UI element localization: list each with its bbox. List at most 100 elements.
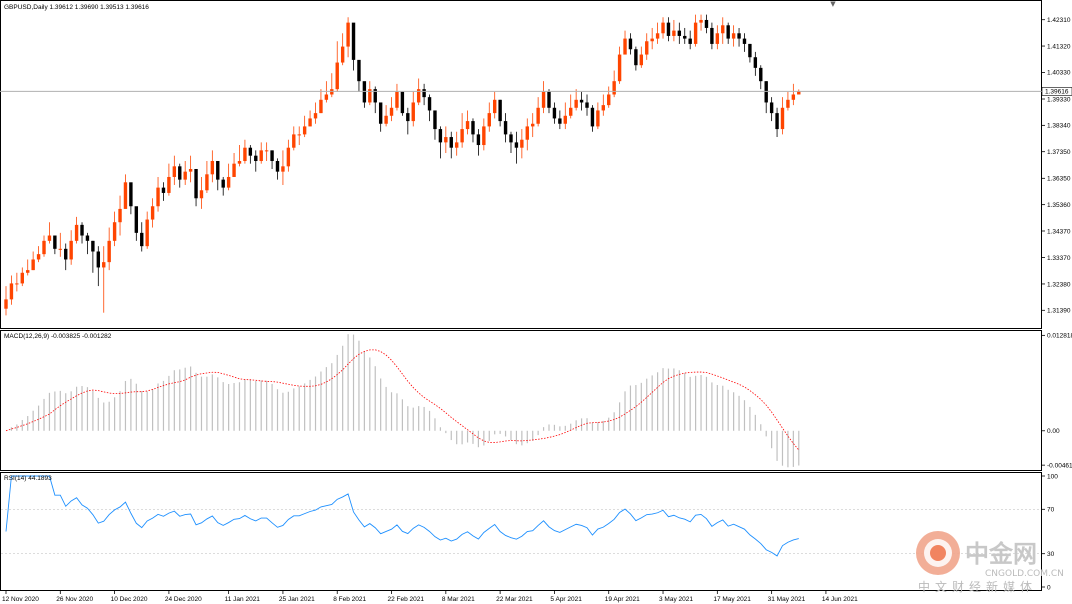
candle bbox=[64, 243, 68, 271]
candle bbox=[183, 161, 187, 185]
rsi-tick-label: 100 bbox=[1047, 473, 1058, 480]
date-tick-label: 22 Feb 2021 bbox=[388, 596, 425, 603]
price-tick-label: 1.31390 bbox=[1047, 308, 1071, 315]
candle bbox=[666, 17, 671, 42]
candle-body bbox=[161, 187, 166, 193]
candle-body bbox=[569, 107, 573, 116]
candle-body bbox=[36, 254, 41, 260]
candle-body bbox=[574, 99, 578, 108]
candle bbox=[531, 113, 535, 138]
price-tick-label: 1.36350 bbox=[1047, 176, 1071, 183]
candle bbox=[514, 131, 519, 164]
candle-body bbox=[748, 43, 752, 58]
candle-body bbox=[509, 134, 513, 143]
candle-body bbox=[650, 38, 654, 42]
date-tick-label: 12 Nov 2020 bbox=[2, 596, 39, 603]
candle bbox=[482, 118, 486, 151]
candle bbox=[389, 97, 394, 122]
candle bbox=[645, 33, 649, 60]
candle bbox=[650, 27, 654, 50]
candle bbox=[400, 91, 405, 116]
candle-body bbox=[742, 38, 747, 44]
candle bbox=[102, 246, 106, 313]
candle-body bbox=[612, 81, 616, 95]
date-tick-label: 17 May 2021 bbox=[713, 596, 751, 603]
candle-body bbox=[150, 206, 155, 220]
candle-body bbox=[216, 161, 220, 180]
candle bbox=[764, 81, 768, 114]
date-tick-label: 14 Jun 2021 bbox=[822, 596, 858, 603]
candle bbox=[221, 176, 225, 196]
candle bbox=[378, 102, 383, 132]
candle bbox=[493, 91, 497, 119]
candle-body bbox=[601, 105, 605, 111]
watermark-slogan: 中文财经新媒体 bbox=[918, 579, 1037, 594]
candle bbox=[74, 216, 79, 244]
candle bbox=[340, 33, 345, 66]
candle bbox=[107, 227, 111, 271]
candle bbox=[753, 51, 758, 76]
candle bbox=[726, 22, 730, 44]
candle bbox=[612, 70, 616, 98]
candle-body bbox=[91, 240, 95, 252]
watermark-domain: CNGOLD.COM.CN bbox=[985, 569, 1064, 579]
candle-body bbox=[302, 126, 307, 135]
candle-body bbox=[536, 107, 540, 124]
candle bbox=[786, 91, 790, 111]
candle-body bbox=[15, 283, 19, 285]
candle bbox=[368, 81, 372, 106]
candle-body bbox=[563, 115, 567, 124]
candle-body bbox=[140, 232, 144, 247]
candle-body bbox=[96, 251, 101, 268]
candle bbox=[85, 232, 90, 255]
candle-body bbox=[26, 270, 30, 273]
candle-body bbox=[444, 137, 448, 143]
candle-body bbox=[541, 91, 546, 108]
candle-body bbox=[596, 110, 600, 127]
candle-body bbox=[411, 102, 415, 122]
candle bbox=[737, 27, 741, 47]
candle-body bbox=[134, 206, 139, 233]
candle-body bbox=[655, 33, 660, 39]
candle bbox=[547, 89, 551, 114]
candle-body bbox=[178, 166, 182, 180]
candle-body bbox=[607, 94, 611, 106]
date-axis: 12 Nov 2020 26 Nov 2020 10 Dec 2020 24 Dec … bbox=[2, 591, 858, 603]
candle bbox=[259, 142, 263, 164]
date-tick-label: 22 Mar 2021 bbox=[496, 596, 533, 603]
candle bbox=[281, 150, 285, 185]
candle bbox=[558, 110, 562, 130]
candle-body bbox=[661, 22, 665, 34]
candle bbox=[601, 94, 605, 116]
candle bbox=[775, 107, 779, 138]
price-panel bbox=[0, 0, 1042, 329]
candle bbox=[476, 129, 481, 156]
candle-body bbox=[406, 113, 410, 122]
candle bbox=[715, 25, 720, 50]
candle bbox=[509, 131, 513, 154]
date-tick-label: 19 Apr 2021 bbox=[605, 596, 640, 603]
candle-body bbox=[74, 224, 79, 241]
date-tick-label: 25 Jan 2021 bbox=[279, 596, 315, 603]
candle-body bbox=[775, 113, 779, 130]
price-tick-label: 1.34370 bbox=[1047, 228, 1071, 235]
candle bbox=[42, 235, 46, 257]
candle-body bbox=[123, 182, 128, 209]
candle-body bbox=[395, 91, 399, 108]
date-tick-label: 11 Jan 2021 bbox=[225, 596, 261, 603]
candle-body bbox=[286, 147, 291, 167]
candle bbox=[26, 259, 30, 276]
candle-body bbox=[759, 67, 763, 82]
candle-body bbox=[726, 25, 730, 39]
candle-body bbox=[454, 142, 459, 148]
candle-body bbox=[69, 240, 73, 260]
candle bbox=[96, 246, 101, 287]
candle bbox=[655, 22, 660, 44]
chart-shift-marker[interactable]: ▼ bbox=[830, 0, 836, 8]
candle bbox=[427, 94, 432, 122]
candle bbox=[769, 97, 774, 122]
candle-body bbox=[433, 110, 437, 130]
candle-body bbox=[281, 166, 285, 172]
candle bbox=[69, 230, 73, 265]
candle-body bbox=[270, 150, 274, 162]
